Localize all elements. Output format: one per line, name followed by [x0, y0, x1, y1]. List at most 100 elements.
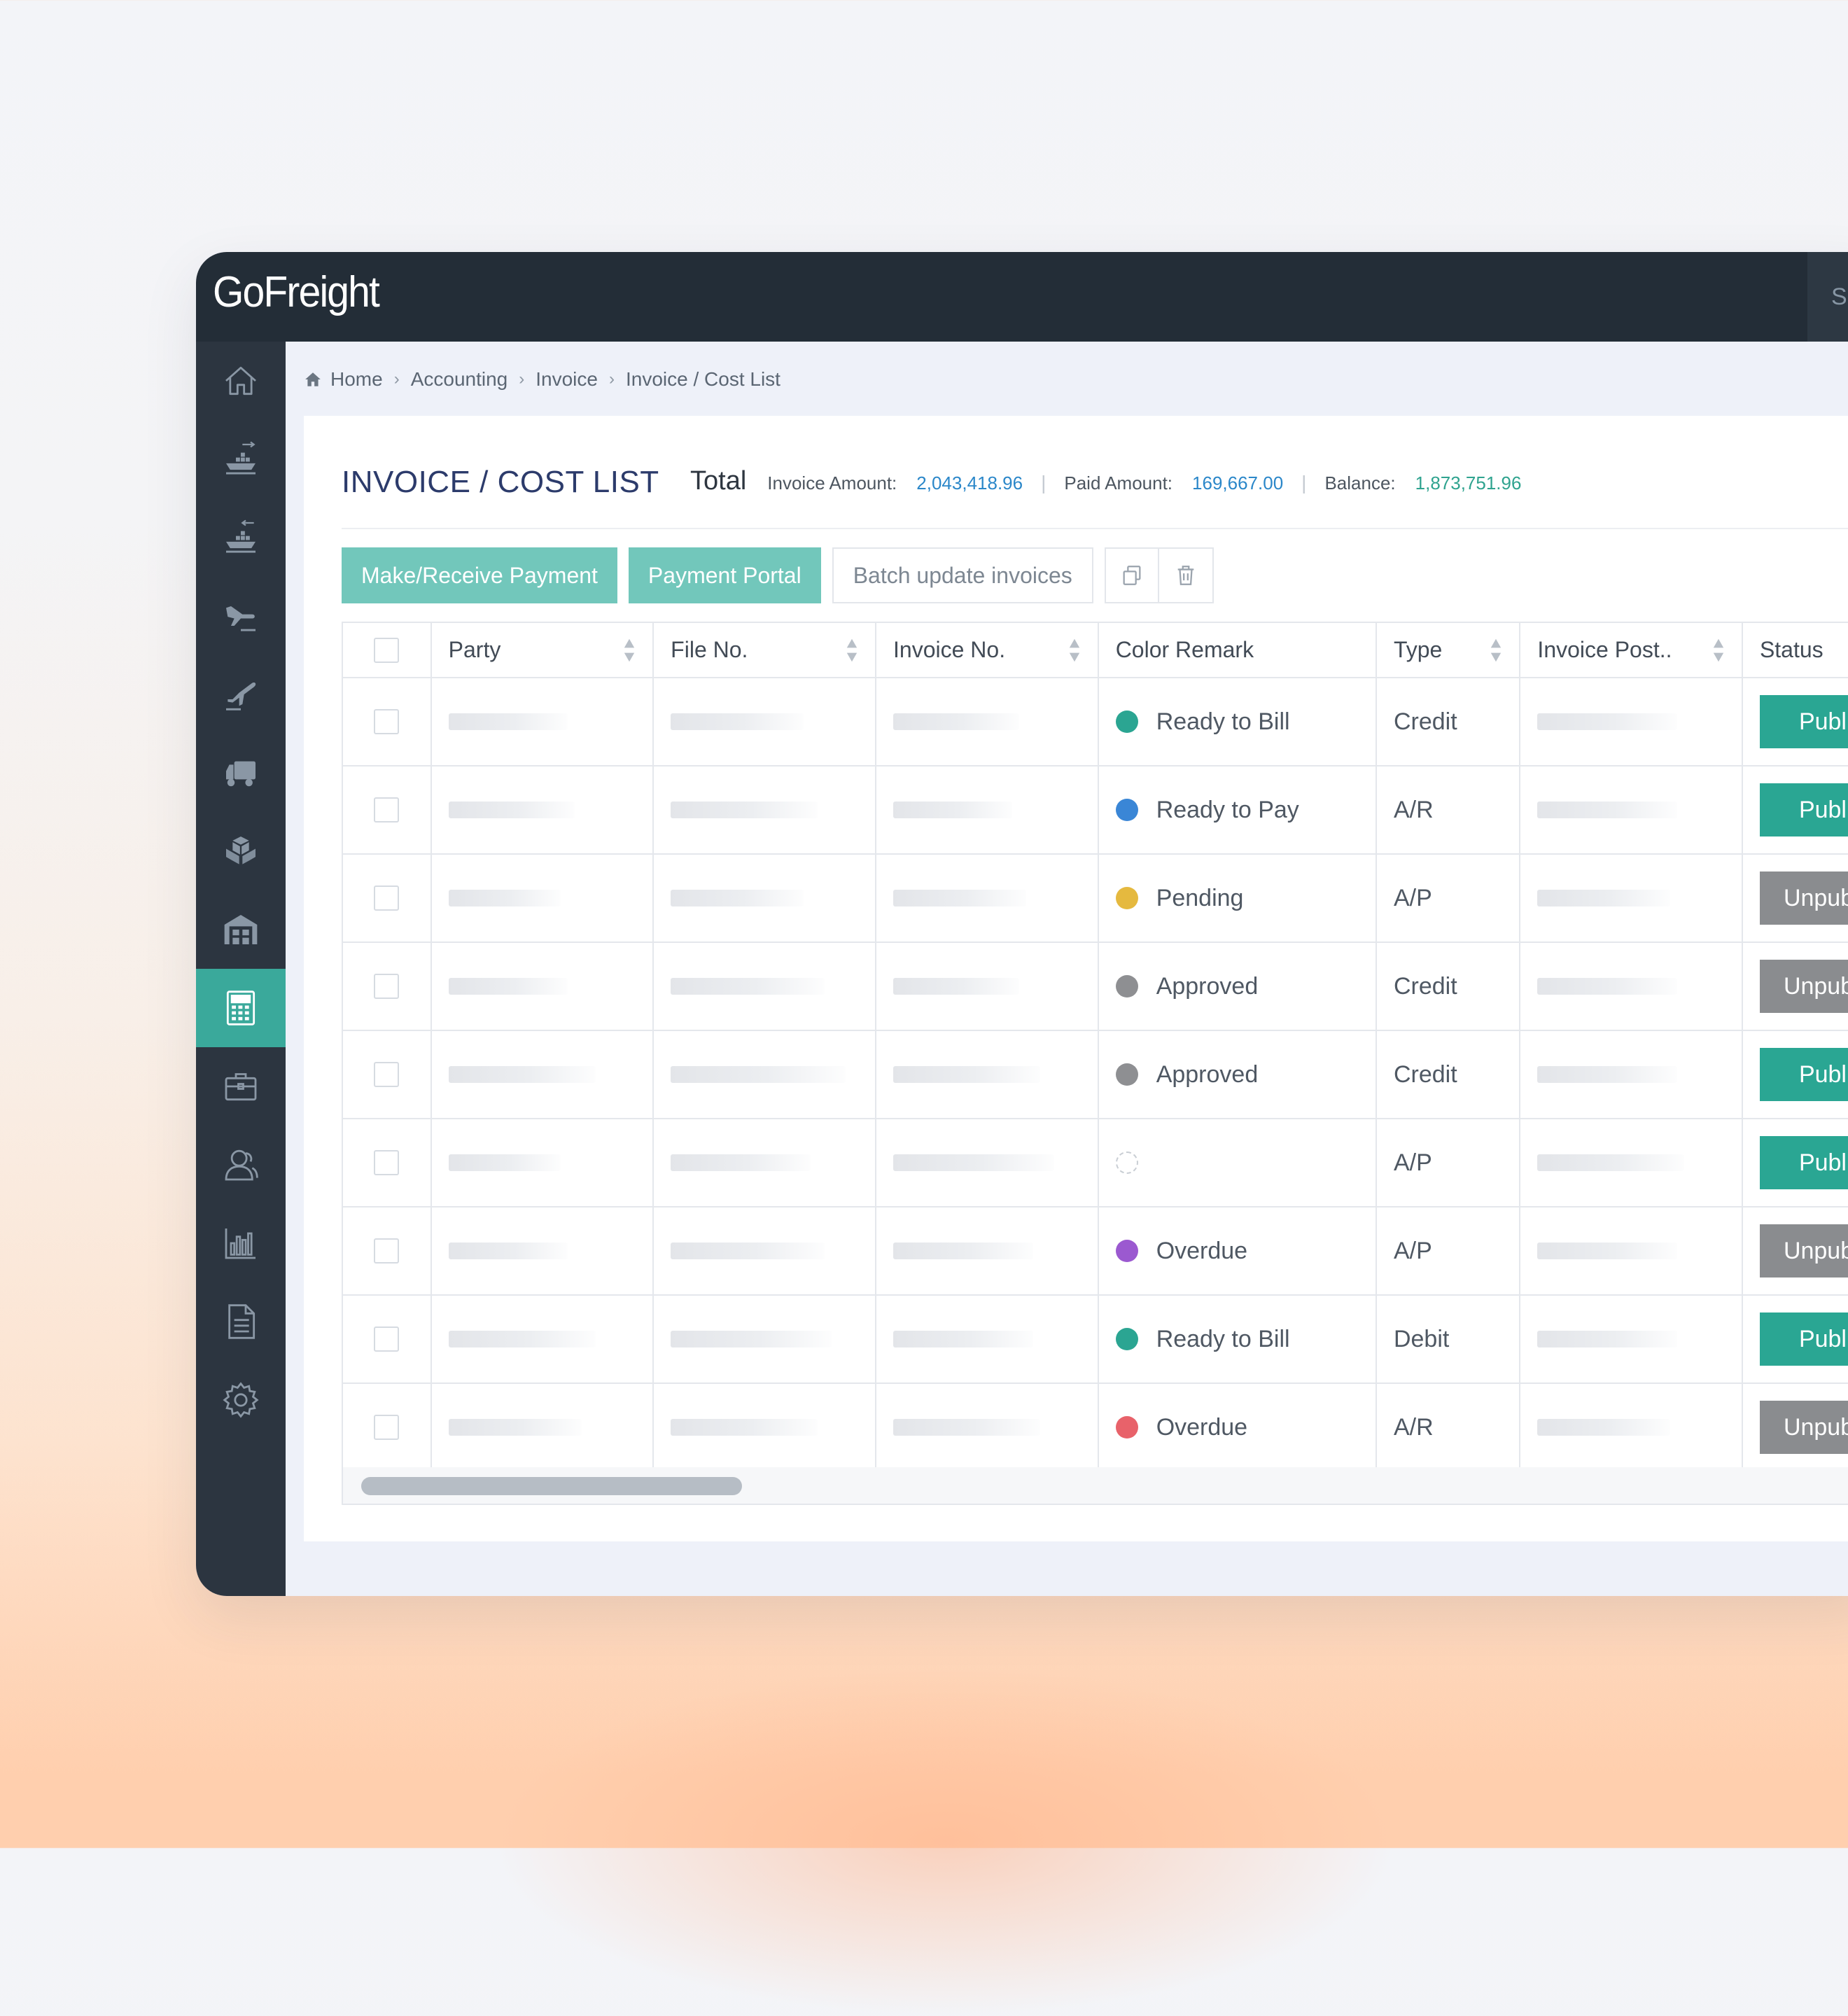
redacted-invoice-no [893, 1419, 1041, 1436]
page-title: INVOICE / COST LIST [342, 465, 659, 499]
select-all-checkbox[interactable] [374, 637, 400, 663]
status-button[interactable]: Unpub [1759, 960, 1848, 1013]
party-cell [430, 1295, 654, 1384]
sidebar-item-documents[interactable] [196, 1282, 286, 1361]
chevron-right-icon: › [393, 370, 400, 388]
warehouse-icon [224, 915, 258, 944]
row-checkbox[interactable] [374, 1326, 400, 1352]
gofreight-logo[interactable]: GoFreight [213, 267, 380, 317]
scrollbar-thumb[interactable] [361, 1477, 742, 1495]
table-row[interactable]: Pending A/P Unpub [343, 854, 1848, 943]
table-row[interactable]: Approved Credit Unpub [343, 942, 1848, 1031]
invoice-amount-label: Invoice Amount: [767, 472, 897, 493]
party-cell [430, 854, 654, 943]
sidebar-item-air-export[interactable] [196, 655, 286, 734]
sort-icon[interactable] [623, 638, 636, 663]
status-button[interactable]: Publi [1759, 1312, 1848, 1366]
table-row[interactable]: Approved Credit Publi [343, 1030, 1848, 1119]
column-header-party[interactable]: Party [430, 623, 654, 678]
redacted-invoice-no [893, 890, 1027, 906]
briefcase-icon [225, 1073, 257, 1101]
copy-button[interactable] [1104, 547, 1159, 603]
status-cell: Unpub [1742, 942, 1848, 1031]
home-icon [225, 366, 256, 396]
color-remark-cell: Approved [1098, 942, 1377, 1031]
redacted-invoice-post [1537, 1242, 1678, 1259]
table-row[interactable]: Ready to Bill Debit Publi [343, 1295, 1848, 1384]
column-label: Party [448, 637, 501, 662]
status-button[interactable]: Publi [1759, 783, 1848, 836]
global-search[interactable]: Se [1807, 252, 1848, 342]
row-checkbox[interactable] [374, 974, 400, 999]
column-header-invoice-no[interactable]: Invoice No. [876, 623, 1099, 678]
table-row[interactable]: Overdue A/R Unpub [343, 1383, 1848, 1472]
invoice-post-cell [1520, 1119, 1743, 1208]
column-header-file-no[interactable]: File No. [653, 623, 877, 678]
column-header-status[interactable]: Status [1742, 623, 1848, 678]
sidebar-item-ocean-export[interactable] [196, 420, 286, 498]
sidebar-item-ocean-import[interactable] [196, 498, 286, 577]
invoice-post-cell [1520, 942, 1743, 1031]
column-header-type[interactable]: Type [1376, 623, 1521, 678]
sidebar-item-contacts[interactable] [196, 1126, 286, 1204]
party-cell [430, 1119, 654, 1208]
redacted-invoice-post [1537, 802, 1678, 818]
invoice-no-cell [876, 1295, 1099, 1384]
status-button[interactable]: Unpub [1759, 1401, 1848, 1454]
row-select-cell [343, 854, 432, 943]
sort-icon[interactable] [846, 638, 858, 663]
sidebar-item-warehouse[interactable] [196, 890, 286, 969]
delete-button[interactable] [1158, 547, 1214, 603]
color-dot [1115, 1416, 1138, 1438]
sidebar-item-accounting[interactable] [196, 969, 286, 1047]
empty-color-dot[interactable] [1115, 1152, 1138, 1174]
redacted-file-no [671, 1242, 825, 1259]
column-header-invoice-post[interactable]: Invoice Post.. [1520, 623, 1743, 678]
row-checkbox[interactable] [374, 886, 400, 911]
horizontal-scrollbar[interactable] [343, 1467, 1848, 1504]
table-row[interactable]: Overdue A/P Unpub [343, 1207, 1848, 1296]
row-checkbox[interactable] [374, 709, 400, 734]
redacted-file-no [671, 1331, 832, 1348]
invoice-post-cell [1520, 1030, 1743, 1119]
sidebar-item-air-import[interactable] [196, 577, 286, 655]
make-receive-payment-button[interactable]: Make/Receive Payment [342, 547, 617, 603]
sidebar-item-warehouse-cargo[interactable] [196, 812, 286, 890]
table-row[interactable]: Ready to Bill Credit Publi [343, 678, 1848, 766]
sidebar-item-reports[interactable] [196, 1204, 286, 1282]
sidebar-item-settings[interactable] [196, 1361, 286, 1439]
batch-update-invoices-button[interactable]: Batch update invoices [832, 547, 1093, 603]
status-cell: Unpub [1742, 854, 1848, 943]
breadcrumb-invoice[interactable]: Invoice [536, 368, 598, 391]
boxes-icon [226, 836, 255, 864]
sidebar-item-home[interactable] [196, 342, 286, 420]
status-button[interactable]: Publi [1759, 1136, 1848, 1189]
row-checkbox[interactable] [374, 1415, 400, 1440]
ocean-import-icon [226, 519, 255, 553]
table-row[interactable]: Ready to Pay A/R Publi [343, 766, 1848, 855]
payment-portal-button[interactable]: Payment Portal [628, 547, 821, 603]
redacted-party [448, 1242, 568, 1259]
content-panel: INVOICE / COST LIST Total Invoice Amount… [304, 416, 1848, 1541]
row-checkbox[interactable] [374, 1238, 400, 1264]
sort-icon[interactable] [1490, 638, 1502, 663]
status-button[interactable]: Unpub [1759, 872, 1848, 925]
sort-icon[interactable] [1068, 638, 1081, 663]
row-checkbox[interactable] [374, 797, 400, 822]
breadcrumb-accounting[interactable]: Accounting [411, 368, 508, 391]
sidebar-item-business[interactable] [196, 1047, 286, 1126]
sort-icon[interactable] [1712, 638, 1725, 663]
row-select-cell [343, 1030, 432, 1119]
table-row[interactable]: A/P Publi [343, 1119, 1848, 1208]
status-button[interactable]: Publi [1759, 695, 1848, 748]
sidebar-item-trucking[interactable] [196, 734, 286, 812]
breadcrumb-home[interactable]: Home [330, 368, 383, 391]
column-header-color-remark[interactable]: Color Remark [1098, 623, 1377, 678]
status-button[interactable]: Publi [1759, 1048, 1848, 1101]
invoice-post-cell [1520, 1383, 1743, 1472]
type-cell: Debit [1376, 1295, 1521, 1384]
row-checkbox[interactable] [374, 1062, 400, 1087]
row-checkbox[interactable] [374, 1150, 400, 1175]
status-button[interactable]: Unpub [1759, 1224, 1848, 1278]
gear-icon [223, 1382, 259, 1418]
